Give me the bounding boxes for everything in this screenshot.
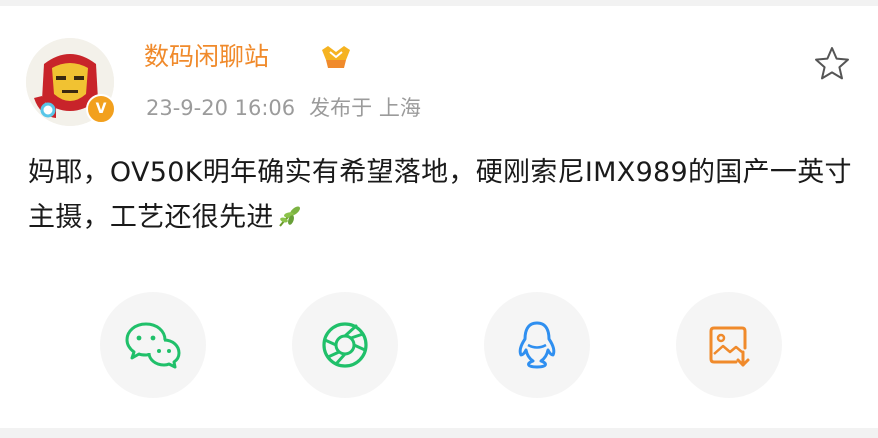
- wechat-icon: [125, 322, 181, 369]
- post-location: 发布于 上海: [309, 96, 421, 120]
- post-meta: 23-9-20 16:06 发布于 上海: [146, 93, 421, 123]
- save-image-icon: [709, 326, 750, 367]
- top-divider: [0, 0, 878, 6]
- favorite-button[interactable]: [812, 44, 852, 84]
- save-image-button[interactable]: [676, 292, 782, 398]
- gold-member-badge-icon: [322, 46, 350, 68]
- leaf-emoji-icon: [278, 206, 300, 227]
- post-timestamp: 23-9-20 16:06: [146, 96, 296, 120]
- share-qq-button[interactable]: [484, 292, 590, 398]
- verified-badge-label: V: [95, 101, 107, 117]
- post-content: 妈耶，OV50K明年确实有希望落地，硬刚索尼IMX989的国产一英寸主摄，工艺还…: [28, 150, 858, 240]
- author-name[interactable]: 数码闲聊站: [144, 40, 269, 74]
- aperture-icon: [322, 322, 368, 368]
- qq-penguin-icon: [518, 321, 556, 369]
- post-text: 妈耶，OV50K明年确实有希望落地，硬刚索尼IMX989的国产一英寸主摄，工艺还…: [28, 157, 852, 233]
- share-moments-button[interactable]: [292, 292, 398, 398]
- star-outline-icon: [815, 47, 849, 80]
- verified-badge: V: [86, 94, 116, 124]
- share-wechat-button[interactable]: [100, 292, 206, 398]
- bottom-divider: [0, 428, 878, 438]
